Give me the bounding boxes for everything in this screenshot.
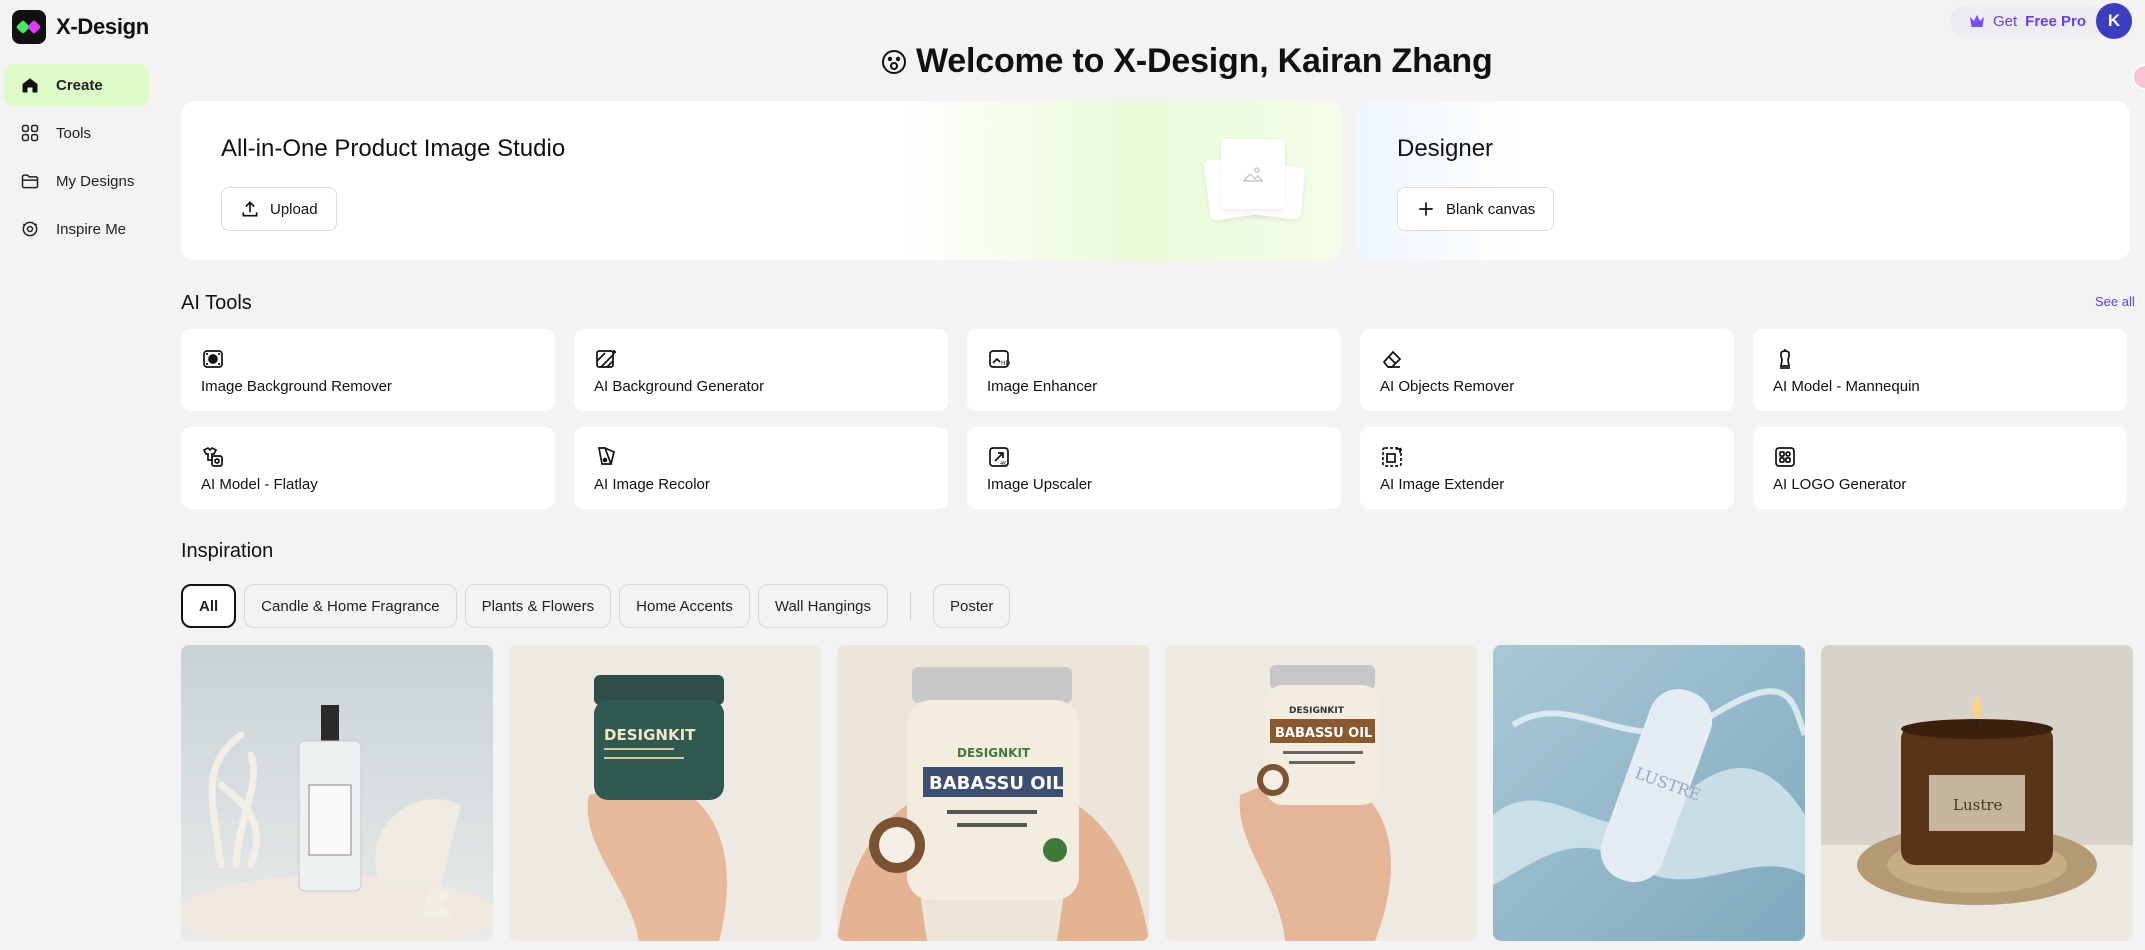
- eraser-icon: [1382, 350, 1402, 368]
- sidebar-item-create[interactable]: Create: [4, 64, 149, 106]
- get-pro-prefix: Get: [1992, 12, 2018, 30]
- candle-brand-label: Lustre: [1953, 796, 2003, 814]
- tool-card-bg-remover[interactable]: Image Background Remover: [181, 329, 555, 411]
- tool-card-logo-generator[interactable]: AI LOGO Generator: [1753, 427, 2127, 509]
- inspiration-image-babassu-oil-small[interactable]: DESIGNKIT BABASSU OIL: [1165, 645, 1477, 941]
- designer-card-title: Designer: [1397, 135, 1494, 162]
- tool-label: AI Image Recolor: [594, 476, 710, 493]
- grid-icon: [21, 124, 39, 142]
- upload-button-label: Upload: [270, 200, 318, 218]
- avatar[interactable]: K: [2096, 3, 2132, 39]
- inspiration-image-lustre-candle[interactable]: Lustre: [1821, 645, 2133, 941]
- home-icon: [22, 78, 38, 93]
- bg-generator-icon: [596, 350, 616, 368]
- filter-chip-poster[interactable]: Poster: [933, 584, 1011, 628]
- tool-label: AI LOGO Generator: [1773, 476, 1907, 493]
- filter-chip-plants[interactable]: Plants & Flowers: [464, 584, 612, 628]
- studio-card-title: All-in-One Product Image Studio: [221, 135, 566, 162]
- bg-remover-icon: [203, 350, 223, 368]
- sidebar-item-tools[interactable]: Tools: [4, 112, 149, 154]
- tool-label: AI Model - Mannequin: [1773, 378, 1920, 395]
- filter-chip-home-accents[interactable]: Home Accents: [619, 584, 750, 628]
- jar-product-label: BABASSU OIL: [929, 773, 1064, 794]
- crown-icon: [1969, 15, 1984, 27]
- inspiration-image-perfume[interactable]: [181, 645, 493, 941]
- tool-card-enhancer[interactable]: HD Image Enhancer: [967, 329, 1341, 411]
- logo-generator-icon: [1775, 447, 1795, 467]
- sidebar-item-label: Create: [56, 76, 103, 94]
- sidebar-item-inspire-me[interactable]: Inspire Me: [4, 208, 149, 250]
- sidebar-item-my-designs[interactable]: My Designs: [4, 160, 149, 202]
- tool-label: AI Image Extender: [1380, 476, 1505, 493]
- inspiration-image-lustre-bottle[interactable]: LUSTRE: [1493, 645, 1805, 941]
- get-free-pro-button[interactable]: Get Free Pro: [1950, 5, 2105, 37]
- welcome-heading: Welcome to X-Design, Kairan Zhang: [880, 42, 1493, 81]
- page-title: Welcome to X-Design, Kairan Zhang: [916, 42, 1493, 80]
- jar-product-label: BABASSU OIL: [1275, 726, 1372, 741]
- smiley-icon: [882, 49, 906, 74]
- plus-icon: [1419, 202, 1433, 216]
- image-placeholder-icon: [1242, 167, 1264, 182]
- sidebar-nav: Create Tools My Designs Inspire Me: [4, 64, 149, 256]
- inspiration-image-babassu-oil[interactable]: DESIGNKIT BABASSU OIL: [837, 645, 1149, 941]
- tool-card-upscaler[interactable]: 4K Image Upscaler: [967, 427, 1341, 509]
- folder-icon: [21, 174, 39, 189]
- inspiration-filters: All Candle & Home Fragrance Plants & Flo…: [181, 584, 1011, 628]
- filter-chip-candle[interactable]: Candle & Home Fragrance: [244, 584, 457, 628]
- flatlay-icon: [202, 446, 223, 467]
- tool-label: Image Enhancer: [987, 378, 1098, 395]
- see-all-link[interactable]: See all: [2095, 294, 2135, 309]
- jar-brand-label: DESIGNKIT: [1289, 706, 1345, 716]
- sidebar-item-label: Tools: [56, 124, 92, 142]
- tool-label: Image Background Remover: [201, 378, 392, 395]
- image-stack-illustration: [1201, 135, 1311, 235]
- inspire-icon: [22, 221, 38, 237]
- tool-card-bg-generator[interactable]: AI Background Generator: [574, 329, 948, 411]
- tool-card-recolor[interactable]: AI Image Recolor: [574, 427, 948, 509]
- tool-label: AI Background Generator: [594, 378, 765, 395]
- sidebar-item-label: My Designs: [56, 172, 135, 190]
- upscaler-icon: 4K: [989, 447, 1009, 467]
- tool-label: Image Upscaler: [987, 476, 1093, 493]
- ai-tools-heading: AI Tools: [181, 292, 252, 314]
- get-pro-highlight: Free Pro: [2025, 12, 2087, 30]
- enhancer-icon: HD: [989, 350, 1011, 368]
- filter-divider: [910, 592, 912, 620]
- jar-brand-label: DESIGNKIT: [604, 726, 696, 744]
- inspiration-image-designkit-jar[interactable]: DESIGNKIT: [509, 645, 821, 941]
- inspiration-gallery: DESIGNKIT DESIGNKIT BABASSU OIL DESIGNKI…: [181, 645, 2133, 941]
- mannequin-icon: [1779, 349, 1791, 369]
- svg-text:4K: 4K: [1000, 461, 1007, 467]
- logo-mark-icon: [12, 10, 46, 44]
- product-studio-card[interactable]: All-in-One Product Image Studio Upload: [181, 101, 1341, 260]
- tool-label: AI Objects Remover: [1380, 378, 1515, 395]
- tool-label: AI Model - Flatlay: [201, 476, 318, 493]
- app-name: X-Design: [56, 14, 149, 39]
- blank-canvas-label: Blank canvas: [1446, 200, 1536, 218]
- ai-tools-grid: Image Background Remover AI Background G…: [181, 329, 2131, 509]
- designer-card[interactable]: Designer Blank canvas: [1357, 101, 2130, 260]
- sidebar: X-Design Create Tools My Designs Inspire…: [0, 0, 160, 950]
- filter-chip-wall-hangings[interactable]: Wall Hangings: [757, 584, 889, 628]
- tool-card-extender[interactable]: AI Image Extender: [1360, 427, 1734, 509]
- recolor-icon: [597, 447, 615, 465]
- sidebar-item-label: Inspire Me: [56, 220, 127, 238]
- filter-chip-all[interactable]: All: [181, 584, 237, 628]
- tool-card-mannequin[interactable]: AI Model - Mannequin: [1753, 329, 2127, 411]
- svg-text:HD: HD: [1001, 360, 1011, 367]
- app-logo[interactable]: X-Design: [12, 10, 149, 44]
- inspiration-heading: Inspiration: [181, 540, 274, 562]
- upload-button[interactable]: Upload: [221, 187, 337, 231]
- floating-assistant-icon[interactable]: [2132, 64, 2145, 90]
- blank-canvas-button[interactable]: Blank canvas: [1397, 187, 1555, 231]
- jar-brand-label: DESIGNKIT: [957, 746, 1031, 760]
- extender-icon: [1382, 447, 1402, 467]
- upload-icon: [242, 201, 258, 217]
- tool-card-flatlay[interactable]: AI Model - Flatlay: [181, 427, 555, 509]
- tool-card-objects-remover[interactable]: AI Objects Remover: [1360, 329, 1734, 411]
